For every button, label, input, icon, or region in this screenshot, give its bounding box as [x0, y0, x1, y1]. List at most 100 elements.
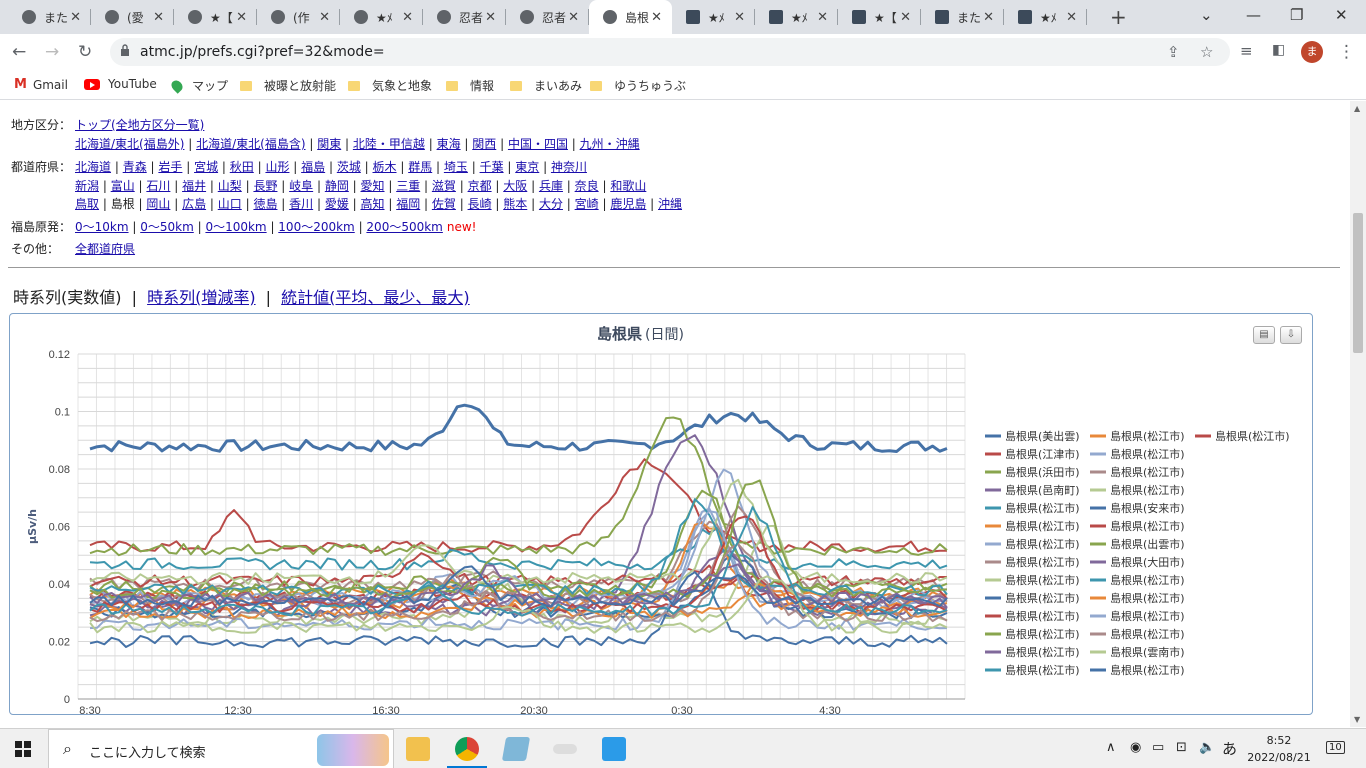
- browser-tab[interactable]: 忍者 ✕: [423, 0, 506, 34]
- tab-statistics[interactable]: 統計値(平均、最少、最大): [281, 288, 470, 307]
- pref-link[interactable]: 山口: [218, 197, 242, 211]
- tab-timeseries-rate[interactable]: 時系列(増減率): [147, 288, 256, 307]
- pref-link[interactable]: 富山: [111, 179, 135, 193]
- close-tab-icon[interactable]: ✕: [402, 10, 413, 25]
- side-panel-icon[interactable]: ◧: [1272, 42, 1285, 58]
- close-window-icon[interactable]: ✕: [1335, 6, 1348, 24]
- download-icon[interactable]: ⇩: [1280, 326, 1302, 344]
- pref-link[interactable]: 愛知: [361, 179, 385, 193]
- browser-tab[interactable]: また ✕: [8, 0, 91, 34]
- close-tab-icon[interactable]: ✕: [568, 10, 579, 25]
- fukushima-distance-link[interactable]: 0～10km: [75, 220, 129, 234]
- taskbar-search[interactable]: ⌕ ここに入力して検索: [48, 729, 394, 768]
- pref-link[interactable]: 香川: [289, 197, 313, 211]
- fukushima-distance-link[interactable]: 100～200km: [278, 220, 354, 234]
- bookmark-item[interactable]: M Gmail: [14, 77, 68, 92]
- browser-tab[interactable]: また ✕: [921, 0, 1004, 34]
- scroll-up-icon[interactable]: ▲: [1354, 104, 1360, 113]
- pref-link[interactable]: 宮崎: [575, 197, 599, 211]
- pref-link[interactable]: 岐阜: [289, 179, 313, 193]
- pref-link[interactable]: 佐賀: [432, 197, 456, 211]
- fukushima-distance-link[interactable]: 200～500km: [366, 220, 442, 234]
- pref-link[interactable]: 広島: [182, 197, 206, 211]
- bookmark-item[interactable]: マップ: [169, 77, 228, 94]
- scroll-down-icon[interactable]: ▼: [1354, 715, 1360, 724]
- battery-icon[interactable]: ▭: [1152, 740, 1164, 755]
- volume-icon[interactable]: 🔈: [1199, 740, 1215, 755]
- pref-link[interactable]: 奈良: [575, 179, 599, 193]
- pref-link[interactable]: 大分: [539, 197, 563, 211]
- region-link[interactable]: 北海道/東北(福島含): [196, 137, 305, 151]
- pref-link[interactable]: 沖縄: [658, 197, 682, 211]
- word-app-icon[interactable]: [602, 737, 626, 761]
- url-text[interactable]: atmc.jp/prefs.cgi?pref=32&mode=: [140, 44, 385, 60]
- pref-link[interactable]: 福井: [182, 179, 206, 193]
- region-link[interactable]: 北陸・甲信越: [353, 137, 425, 151]
- minimize-icon[interactable]: —: [1246, 6, 1261, 24]
- windows-start-icon[interactable]: [15, 741, 31, 757]
- profile-avatar[interactable]: ま: [1301, 41, 1323, 63]
- pref-link[interactable]: 鹿児島: [610, 197, 646, 211]
- page-scrollbar[interactable]: ▲ ▼: [1350, 101, 1366, 727]
- pref-link[interactable]: 東京: [515, 160, 539, 174]
- meet-icon[interactable]: ◉: [1130, 740, 1141, 755]
- browser-tab[interactable]: (作 ✕: [257, 0, 340, 34]
- pref-link[interactable]: 鳥取: [75, 197, 99, 211]
- region-link[interactable]: 中国・四国: [508, 137, 568, 151]
- bookmark-star-icon[interactable]: ☆: [1200, 43, 1213, 61]
- close-tab-icon[interactable]: ✕: [1066, 10, 1077, 25]
- file-explorer-icon[interactable]: [406, 737, 430, 761]
- clock[interactable]: 8:52 2022/08/21: [1244, 732, 1314, 766]
- pref-link[interactable]: 埼玉: [444, 160, 468, 174]
- browser-tab[interactable]: 忍者 ✕: [506, 0, 589, 34]
- tray-chevron-icon[interactable]: ∧: [1106, 740, 1116, 755]
- browser-tab[interactable]: (愛 ✕: [91, 0, 174, 34]
- media-icon[interactable]: ≡: [1240, 42, 1253, 60]
- close-tab-icon[interactable]: ✕: [734, 10, 745, 25]
- bookmark-item[interactable]: YouTube: [84, 77, 157, 91]
- bookmark-item[interactable]: 気象と地象: [348, 77, 432, 94]
- app-icon[interactable]: [553, 744, 577, 754]
- region-link[interactable]: 九州・沖縄: [580, 137, 640, 151]
- browser-tab[interactable]: ★ﾒ ✕: [755, 0, 838, 34]
- pref-link[interactable]: 長野: [253, 179, 277, 193]
- pref-link[interactable]: 山梨: [218, 179, 242, 193]
- chrome-icon[interactable]: [455, 737, 479, 761]
- region-link[interactable]: 北海道/東北(福島外): [75, 137, 184, 151]
- pref-link[interactable]: 岡山: [146, 197, 170, 211]
- close-tab-icon[interactable]: ✕: [70, 10, 81, 25]
- bookmark-item[interactable]: ゆうちゅうぶ: [590, 77, 686, 94]
- close-tab-icon[interactable]: ✕: [983, 10, 994, 25]
- print-icon[interactable]: ▤: [1253, 326, 1275, 344]
- all-prefs-link[interactable]: 全都道府県: [75, 242, 135, 256]
- bookmark-item[interactable]: まいあみ: [510, 77, 582, 94]
- forward-icon[interactable]: →: [45, 42, 59, 62]
- browser-tab[interactable]: ★ﾒ ✕: [672, 0, 755, 34]
- pref-link[interactable]: 北海道: [75, 160, 111, 174]
- browser-tab[interactable]: ★ﾒ ✕: [340, 0, 423, 34]
- bookmark-item[interactable]: 被曝と放射能: [240, 77, 336, 94]
- pref-link[interactable]: 山形: [265, 160, 289, 174]
- notification-icon[interactable]: 10: [1326, 741, 1345, 754]
- new-tab-icon[interactable]: +: [1110, 5, 1127, 29]
- pref-link[interactable]: 群馬: [408, 160, 432, 174]
- scroll-thumb[interactable]: [1353, 213, 1363, 353]
- pref-link[interactable]: 滋賀: [432, 179, 456, 193]
- pref-link[interactable]: 熊本: [503, 197, 527, 211]
- ime-indicator[interactable]: あ: [1222, 738, 1237, 759]
- pref-link[interactable]: 千葉: [480, 160, 504, 174]
- pref-link[interactable]: 高知: [361, 197, 385, 211]
- tab-search-icon[interactable]: ⌄: [1200, 6, 1213, 24]
- pref-link[interactable]: 和歌山: [610, 179, 646, 193]
- browser-tab[interactable]: ★【 ✕: [174, 0, 257, 34]
- close-tab-icon[interactable]: ✕: [236, 10, 247, 25]
- pref-link[interactable]: 宮城: [194, 160, 218, 174]
- pref-link[interactable]: 岩手: [158, 160, 182, 174]
- close-tab-icon[interactable]: ✕: [153, 10, 164, 25]
- close-tab-icon[interactable]: ✕: [319, 10, 330, 25]
- back-icon[interactable]: ←: [12, 42, 26, 62]
- fukushima-distance-link[interactable]: 0～100km: [205, 220, 266, 234]
- browser-tab[interactable]: 島根 ✕: [589, 0, 672, 34]
- region-link[interactable]: 東海: [437, 137, 461, 151]
- pref-link[interactable]: 福岡: [396, 197, 420, 211]
